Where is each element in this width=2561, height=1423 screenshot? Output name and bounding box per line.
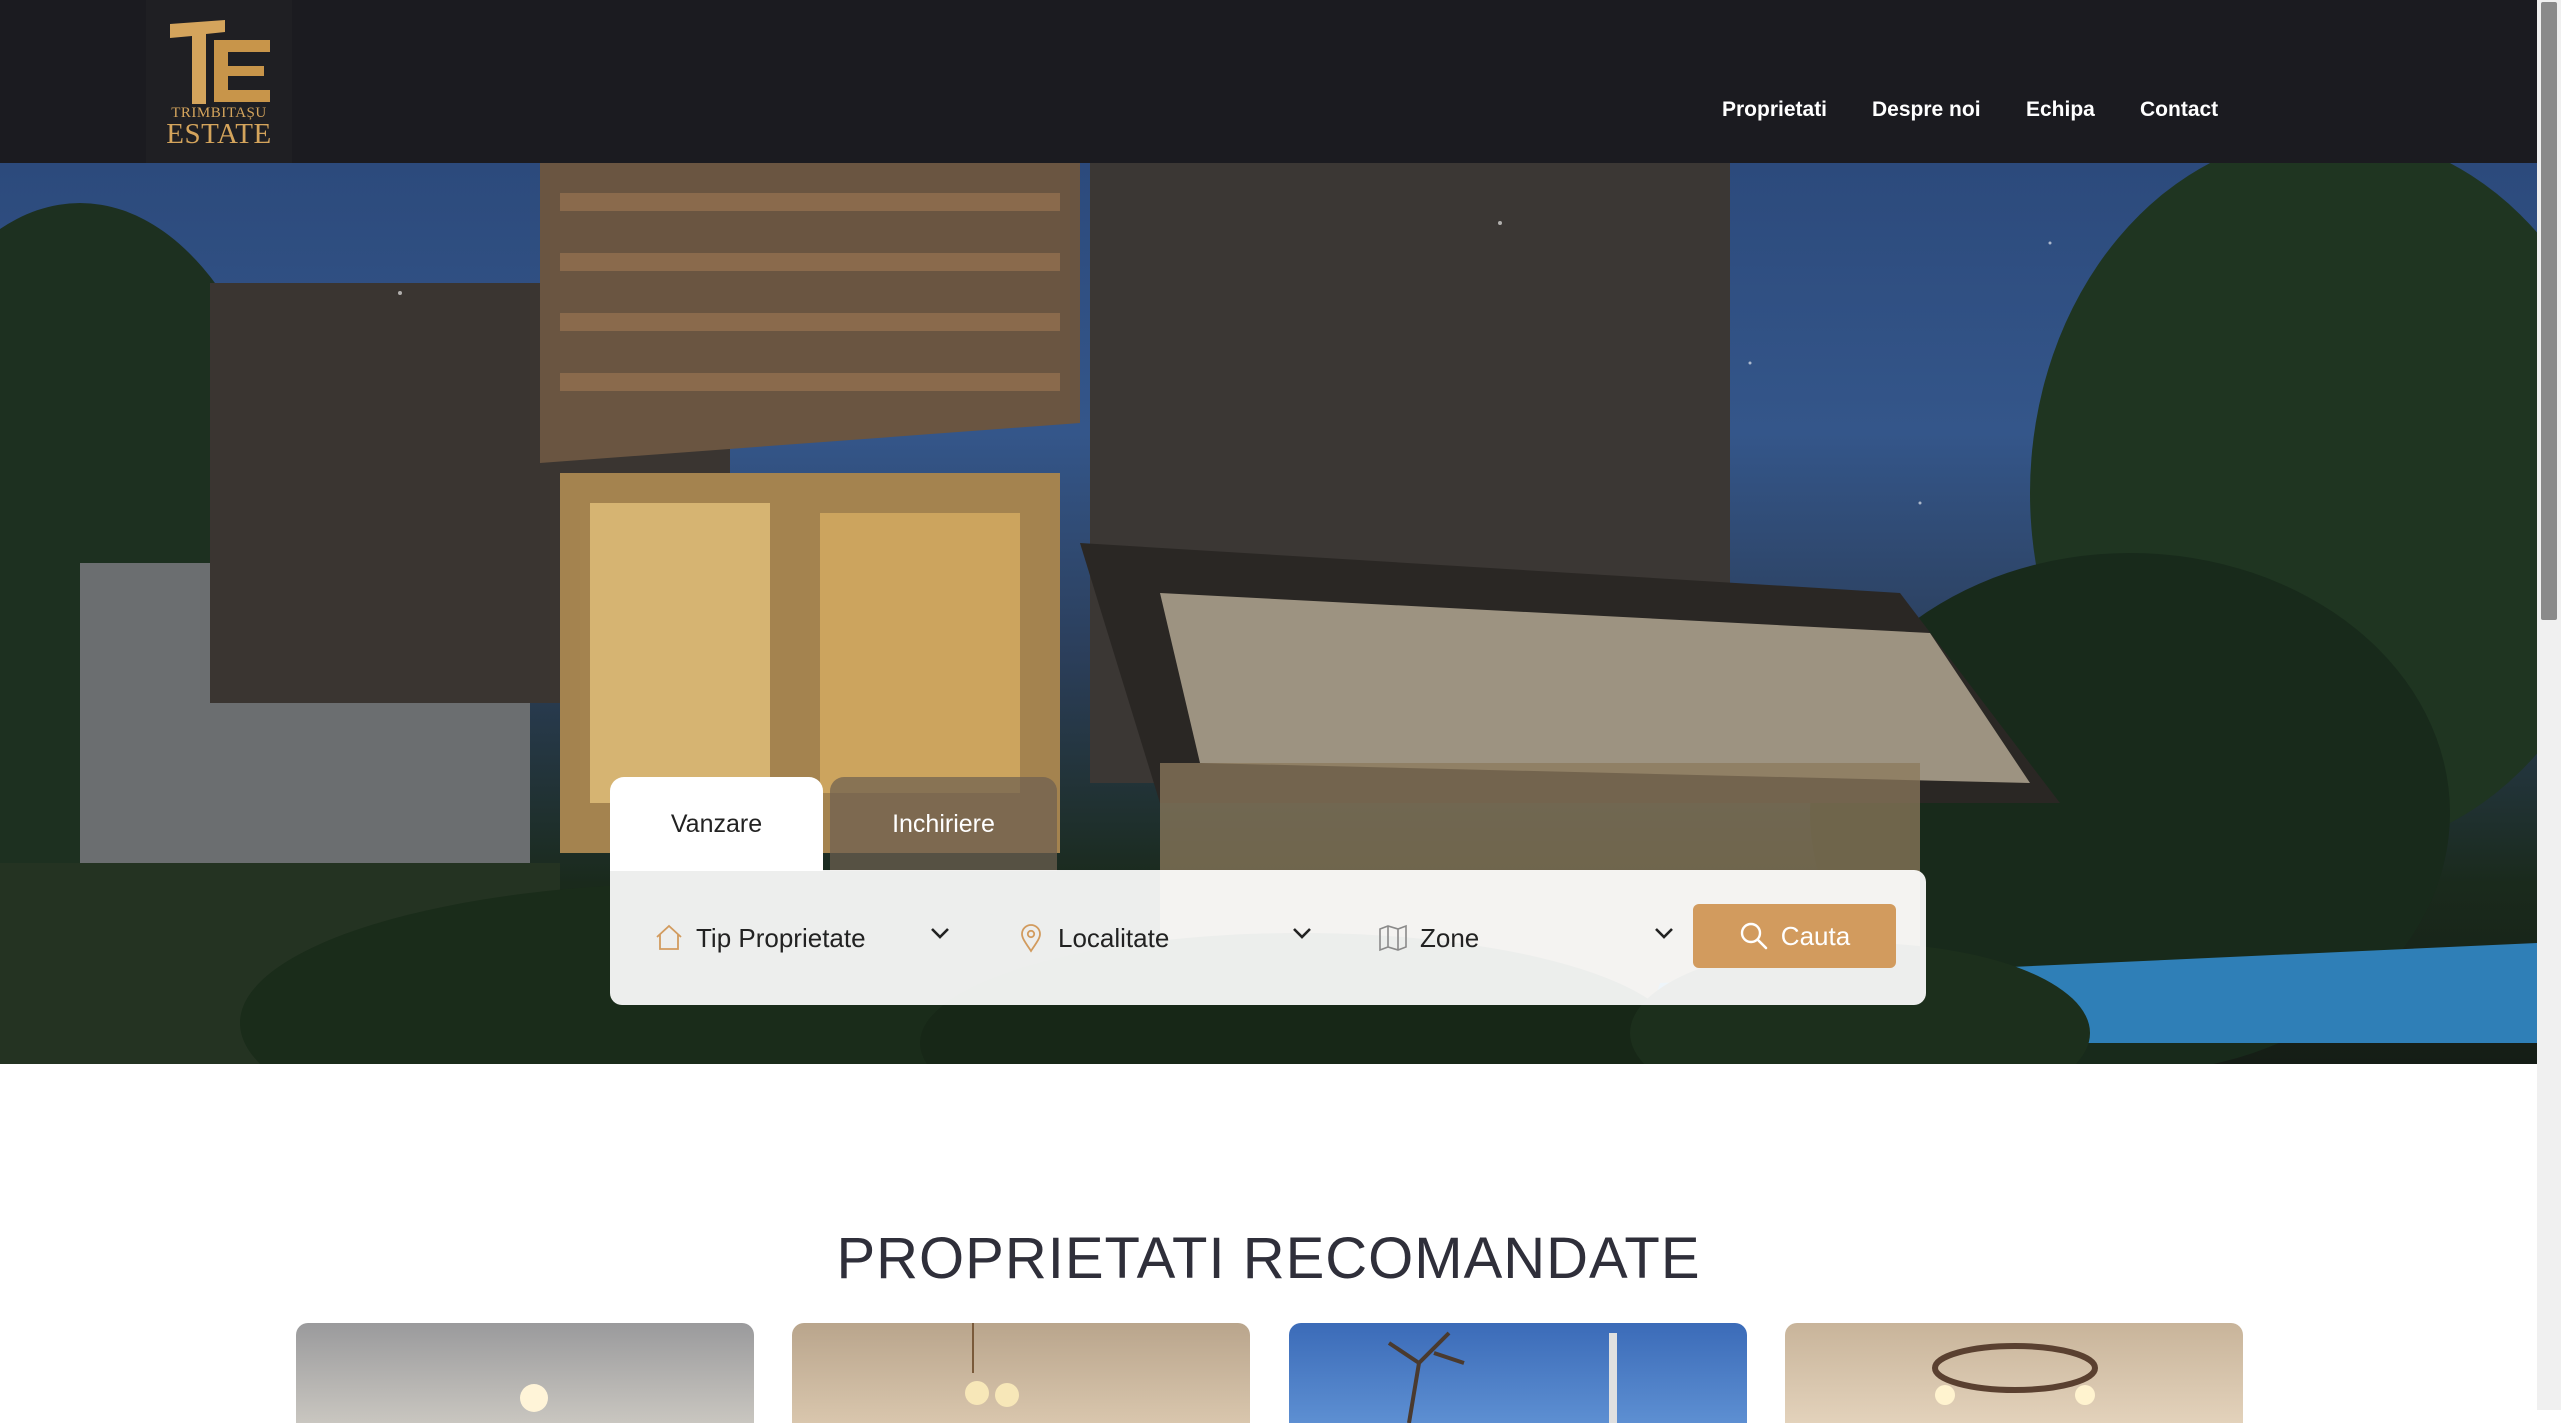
logo-mark-icon [170,20,270,104]
tab-inchiriere[interactable]: Inchiriere [830,777,1057,871]
search-button-label: Cauta [1780,920,1851,951]
property-image [520,1384,548,1412]
location-label: Localitate [1058,922,1170,953]
zone-label: Zone [1420,922,1480,953]
tab-vanzare[interactable]: Vanzare [610,777,823,871]
brand-logo[interactable]: TRIMBITAȘU ESTATE [146,0,292,163]
chevron-down-icon [931,928,949,939]
chevron-down-icon [1293,928,1311,939]
property-type-select[interactable]: Tip Proprietate [654,908,954,968]
property-image [1387,1331,1617,1423]
property-type-label: Tip Proprietate [696,922,866,953]
property-card[interactable] [296,1323,754,1423]
search-panel: Tip Proprietate Localitate Zone Cauta [610,870,1926,1005]
property-image [1932,1343,2098,1405]
hero-banner: Vanzare Inchiriere Tip Proprietate Local… [0,163,2537,1064]
property-image [965,1323,1019,1407]
chevron-down-icon [1655,928,1673,939]
logo-text-bottom: ESTATE [166,118,272,150]
scrollbar-thumb[interactable] [2541,2,2557,620]
nav-link-despre-noi[interactable]: Despre noi [1872,98,1981,122]
location-select[interactable]: Localitate [1016,908,1316,968]
nav-link-echipa[interactable]: Echipa [2026,98,2095,122]
property-card[interactable] [1785,1323,2243,1423]
search-icon [1740,922,1768,950]
map-icon [1379,924,1407,952]
page-scrollbar[interactable] [2537,0,2561,1410]
home-icon [656,924,682,950]
search-button[interactable]: Cauta [1693,904,1896,968]
site-header: TRIMBITAȘU ESTATE Proprietati Despre noi… [0,0,2537,163]
map-pin-icon [1021,924,1041,953]
zone-select[interactable]: Zone [1378,908,1678,968]
nav-link-proprietati[interactable]: Proprietati [1722,98,1827,122]
property-card[interactable] [1289,1323,1747,1423]
nav-link-contact[interactable]: Contact [2140,98,2218,122]
property-card[interactable] [792,1323,1250,1423]
section-title: PROPRIETATI RECOMANDATE [836,1226,1701,1291]
